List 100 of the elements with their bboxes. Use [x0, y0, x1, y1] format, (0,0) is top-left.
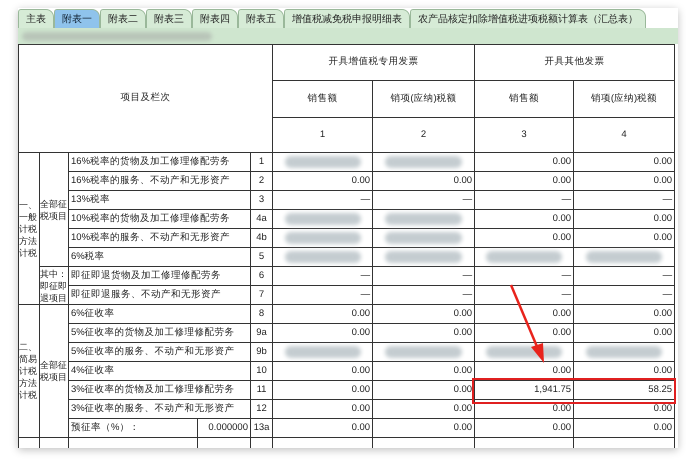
sheet-tab[interactable]: 增值税减免税申报明细表: [284, 9, 410, 28]
table-cell: 0.00: [454, 308, 472, 319]
table-cell: 0.00: [552, 327, 572, 338]
table-cell: 0.00: [352, 308, 370, 319]
table-cell: 0.00: [552, 175, 572, 186]
table-cell: 0.00: [352, 365, 370, 376]
table-cell: 0.00: [552, 422, 572, 433]
line-number: 2: [258, 175, 264, 186]
sheet-tab[interactable]: 附表四: [192, 9, 238, 28]
table-cell: 0.00: [352, 422, 370, 433]
sheet-tab[interactable]: 主表: [18, 9, 54, 28]
table-cell: —: [562, 289, 572, 300]
group-label: 全部征税项目: [40, 360, 67, 382]
table-cell: 0.00: [352, 175, 370, 186]
column-header: 销项(应纳)税额: [390, 92, 457, 104]
table-cell: —: [662, 289, 672, 300]
column-header: 项目及栏次: [120, 92, 171, 104]
table-cell: —: [562, 194, 572, 205]
line-number: 11: [256, 384, 266, 395]
line-number: 4a: [256, 213, 267, 224]
line-number: 9b: [256, 346, 267, 357]
table-cell: 0.00: [454, 327, 472, 338]
table-cell: 0.00: [454, 403, 472, 414]
column-group-header: 开具增值税专用发票: [328, 56, 419, 68]
line-number: 13a: [254, 422, 270, 433]
line-number: 9a: [256, 327, 267, 338]
column-number: 1: [320, 128, 326, 140]
line-number: 4b: [256, 232, 267, 243]
item-label: 5%征收率的服务、不动产和无形资产: [71, 346, 235, 357]
table-cell: —: [662, 194, 672, 205]
item-label: 4%征收率: [71, 365, 115, 376]
line-number: 3: [258, 194, 264, 205]
table-cell: 0.00: [654, 422, 672, 433]
table-cell: —: [360, 270, 370, 281]
item-label: 预征率（%）：: [71, 422, 140, 433]
table-cell: 0.00: [654, 232, 672, 243]
item-label: 16%税率的服务、不动产和无形资产: [71, 175, 230, 186]
line-number: 6: [258, 270, 264, 281]
item-label: 5%征收率的货物及加工修理修配劳务: [71, 327, 235, 338]
table-cell: —: [360, 289, 370, 300]
table-cell: 0.00: [654, 175, 672, 186]
table-cell: 0.00: [654, 156, 672, 167]
table-cell: 0.00: [552, 156, 572, 167]
table-cell: —: [662, 270, 672, 281]
table-cell: 0.00: [552, 308, 572, 319]
item-label: 3%征收率的货物及加工修理修配劳务: [71, 384, 235, 395]
table-cell: —: [462, 289, 472, 300]
item-label: 3%征收率的服务、不动产和无形资产: [71, 403, 235, 414]
column-header: 销项(应纳)税额: [590, 92, 658, 104]
line-number: 7: [258, 289, 264, 300]
table-cell: 0.00: [552, 365, 572, 376]
table-cell: —: [462, 270, 472, 281]
item-label: 13%税率: [71, 194, 110, 205]
table-cell: 58.25: [648, 384, 672, 395]
table-cell: —: [462, 194, 472, 205]
item-label: 10%税率的服务、不动产和无形资产: [71, 232, 230, 243]
item-label: 即征即退服务、不动产和无形资产: [71, 289, 221, 300]
table-cell: 0.00: [352, 403, 370, 414]
item-label: 即征即退货物及加工修理修配劳务: [71, 270, 221, 281]
rate-value: 0.000000: [208, 422, 248, 433]
column-header: 销售额: [509, 92, 540, 104]
table-cell: 0.00: [454, 384, 472, 395]
table-cell: 1,941.75: [534, 384, 572, 395]
section-label: 二、简易计税方法计税: [19, 342, 37, 400]
sheet-tab[interactable]: 附表二: [100, 9, 146, 28]
line-number: 12: [256, 403, 267, 414]
group-label: 其中：即征即退项目: [40, 268, 67, 302]
table-cell: 0.00: [454, 422, 472, 433]
sheet-tab[interactable]: 附表五: [238, 9, 284, 28]
table-cell: —: [360, 194, 370, 205]
line-number: 8: [258, 308, 264, 319]
table-cell: 0.00: [654, 403, 672, 414]
table-cell: 0.00: [454, 365, 472, 376]
column-number: 4: [621, 128, 627, 140]
table-cell: 0.00: [654, 327, 672, 338]
table-cell: 0.00: [654, 308, 672, 319]
column-header: 销售额: [308, 92, 338, 104]
table-cell: 0.00: [552, 213, 572, 224]
group-label: 全部征税项目: [40, 198, 67, 220]
section-label: 一、一般计税方法计税: [19, 200, 37, 258]
item-label: 10%税率的货物及加工修理修配劳务: [71, 213, 230, 224]
sheet-tab[interactable]: 农产品核定扣除增值税进项税额计算表（汇总表）: [410, 9, 646, 28]
item-label: 6%征收率: [71, 308, 115, 319]
table-cell: 0.00: [552, 403, 572, 414]
line-number: 5: [258, 251, 264, 262]
table-cell: 0.00: [552, 232, 572, 243]
column-number: 2: [420, 128, 426, 140]
item-label: 16%税率的货物及加工修理修配劳务: [71, 156, 230, 167]
table-cell: 0.00: [454, 175, 472, 186]
table-cell: 0.00: [654, 365, 672, 376]
table-cell: 0.00: [352, 384, 370, 395]
column-number: 3: [521, 128, 527, 140]
line-number: 10: [256, 365, 267, 376]
sheet-tab[interactable]: 附表三: [146, 9, 192, 28]
column-group-header: 开具其他发票: [544, 56, 605, 68]
item-label: 6%税率: [71, 251, 105, 262]
sheet-tab[interactable]: 附表一: [54, 9, 100, 28]
table-cell: 0.00: [654, 213, 672, 224]
table-cell: 0.00: [352, 327, 370, 338]
table-cell: —: [562, 270, 572, 281]
